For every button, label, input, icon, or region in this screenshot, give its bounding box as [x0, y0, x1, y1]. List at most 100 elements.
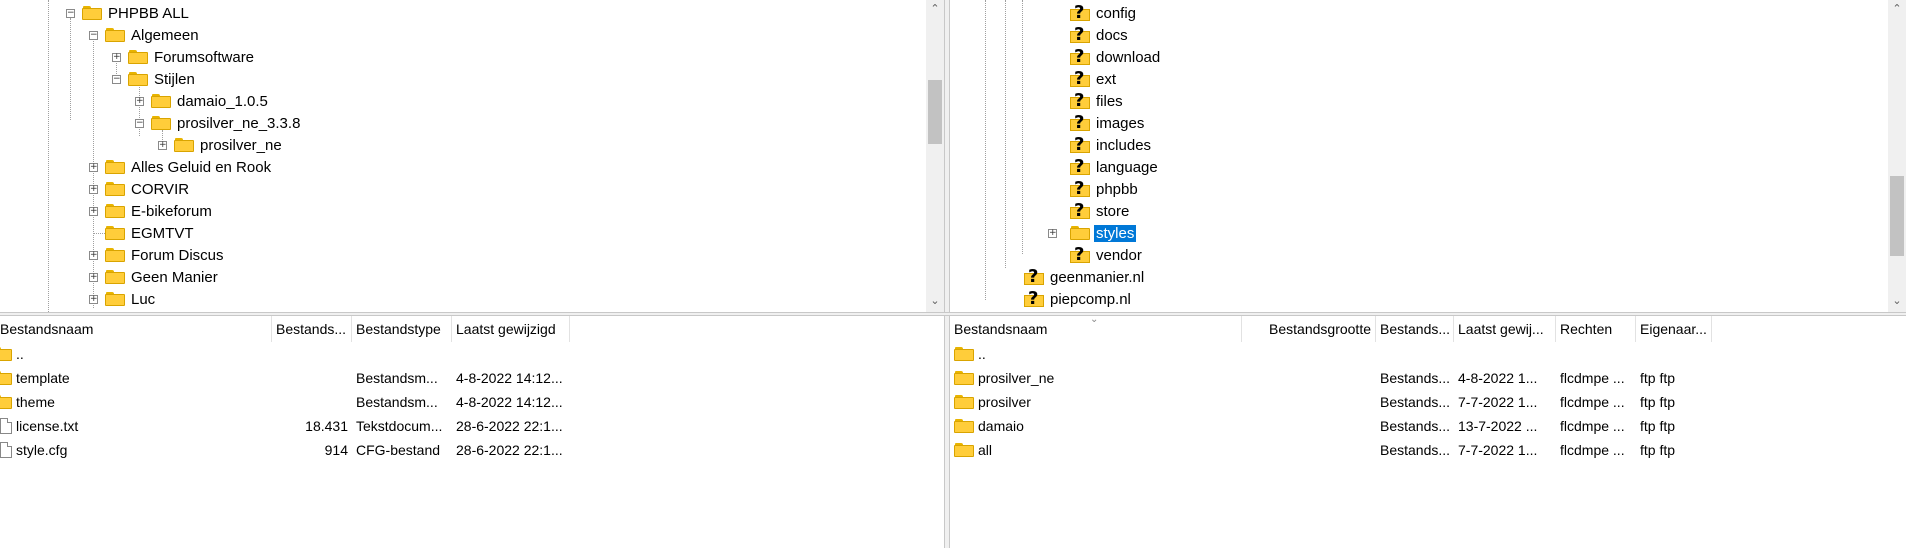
tree-node-label: E-bikeforum [131, 202, 212, 220]
column-header-owner[interactable]: Eigenaar... [1636, 316, 1712, 342]
scroll-down-icon[interactable]: ⌄ [1888, 294, 1906, 310]
expand-toggle-icon[interactable]: + [112, 53, 121, 62]
question-folder-icon: ? [1070, 178, 1090, 199]
list-item[interactable]: license.txt 18.431 Tekstdocum... 28-6-20… [0, 414, 944, 438]
local-directory-tree[interactable]: − PHPBB ALL − Algemeen + Forumsoftware −… [0, 0, 944, 312]
scrollbar-thumb[interactable] [928, 80, 942, 144]
tree-node-files[interactable]: ? files [1070, 90, 1125, 112]
list-item[interactable]: .. [0, 342, 944, 366]
expand-toggle-icon[interactable]: + [89, 185, 98, 194]
scroll-down-icon[interactable]: ⌄ [926, 294, 944, 310]
column-header-name[interactable]: Bestandsnaam [0, 316, 272, 342]
tree-node-label: images [1096, 114, 1145, 132]
tree-guide-line [48, 0, 49, 312]
expand-toggle-icon[interactable]: + [89, 251, 98, 260]
column-header-permissions[interactable]: Rechten [1556, 316, 1636, 342]
folder-icon [151, 94, 171, 108]
list-item[interactable]: template Bestandsm... 4-8-2022 14:12... [0, 366, 944, 390]
list-item[interactable]: prosilver Bestands... 7-7-2022 1... flcd… [950, 390, 1906, 414]
tree-node-download[interactable]: ? download [1070, 46, 1162, 68]
collapse-toggle-icon[interactable]: − [112, 75, 121, 84]
expand-toggle-icon[interactable]: + [89, 207, 98, 216]
folder-icon [151, 116, 171, 130]
question-folder-icon: ? [1024, 288, 1044, 309]
tree-node-phpbb[interactable]: ? phpbb [1070, 178, 1140, 200]
expand-toggle-icon[interactable]: + [158, 141, 167, 150]
tree-node-stijlen[interactable]: − Stijlen [112, 68, 197, 90]
list-item[interactable]: all Bestands... 7-7-2022 1... flcdmpe ..… [950, 438, 1906, 462]
file-type: Bestandsm... [356, 394, 438, 410]
folder-icon [0, 395, 12, 409]
tree-node-luc[interactable]: + Luc [89, 288, 157, 310]
tree-node-e-bikeforum[interactable]: + E-bikeforum [89, 200, 214, 222]
expand-toggle-icon[interactable]: + [89, 273, 98, 282]
list-item[interactable]: .. [950, 342, 1906, 366]
tree-node-store[interactable]: ? store [1070, 200, 1131, 222]
tree-node-forum-discus[interactable]: + Forum Discus [89, 244, 226, 266]
tree-node-label: Forumsoftware [154, 48, 255, 66]
remote-directory-tree[interactable]: ? config ? docs ? download ? ext ? files… [950, 0, 1906, 312]
list-item[interactable]: style.cfg 914 CFG-bestand 28-6-2022 22:1… [0, 438, 944, 462]
question-folder-icon: ? [1070, 46, 1090, 67]
column-header-size[interactable]: Bestandsgrootte [1242, 316, 1376, 342]
vertical-scrollbar[interactable]: ⌃ ⌄ [926, 0, 944, 312]
tree-node-label: config [1096, 4, 1137, 22]
tree-node-forumsoftware[interactable]: + Forumsoftware [112, 46, 256, 68]
tree-node-egmtvt[interactable]: EGMTVT [89, 222, 196, 244]
expand-toggle-icon[interactable]: + [135, 97, 144, 106]
folder-icon [105, 182, 125, 196]
tree-node-docs[interactable]: ? docs [1070, 24, 1130, 46]
tree-node-label: Stijlen [154, 70, 195, 88]
column-header-size[interactable]: Bestands... [272, 316, 352, 342]
column-header-type[interactable]: Bestands... [1376, 316, 1454, 342]
file-type: Bestands... [1380, 370, 1451, 386]
tree-node-ext[interactable]: ? ext [1070, 68, 1118, 90]
list-item[interactable]: damaio Bestands... 13-7-2022 ... flcdmpe… [950, 414, 1906, 438]
collapse-toggle-icon[interactable]: − [89, 31, 98, 40]
tree-node-images[interactable]: ? images [1070, 112, 1146, 134]
scroll-up-icon[interactable]: ⌃ [926, 2, 944, 18]
tree-node-phpbb-all[interactable]: − PHPBB ALL [66, 2, 191, 24]
tree-node-geen-manier[interactable]: + Geen Manier [89, 266, 220, 288]
tree-node-label: damaio_1.0.5 [177, 92, 268, 110]
remote-file-list[interactable]: Bestandsnaam ⌄ Bestandsgrootte Bestands.… [950, 316, 1906, 548]
tree-node-corvir[interactable]: + CORVIR [89, 178, 191, 200]
file-modified: 4-8-2022 14:12... [456, 394, 563, 410]
column-header-modified[interactable]: Laatst gewij... [1454, 316, 1556, 342]
file-name-cell: damaio [954, 414, 1242, 438]
column-header-label: Laatst gewijzigd [456, 321, 556, 337]
column-header-type[interactable]: Bestandstype [352, 316, 452, 342]
scroll-up-icon[interactable]: ⌃ [1888, 2, 1906, 18]
tree-node-geenmanier[interactable]: ? geenmanier.nl [1024, 266, 1146, 288]
local-file-list[interactable]: Bestandsnaam ⌃ Bestands... Bestandstype … [0, 316, 944, 548]
expand-toggle-icon[interactable]: + [89, 295, 98, 304]
tree-node-prosilver-ne[interactable]: + prosilver_ne [158, 134, 284, 156]
vertical-scrollbar[interactable]: ⌃ ⌄ [1888, 0, 1906, 312]
file-name-cell: prosilver [954, 390, 1242, 414]
collapse-toggle-icon[interactable]: − [135, 119, 144, 128]
tree-node-algemeen[interactable]: − Algemeen [89, 24, 201, 46]
folder-icon [0, 347, 12, 361]
list-item[interactable]: prosilver_ne Bestands... 4-8-2022 1... f… [950, 366, 1906, 390]
collapse-toggle-icon[interactable]: − [66, 9, 75, 18]
tree-node-label: includes [1096, 136, 1152, 154]
folder-icon [954, 395, 974, 409]
tree-node-styles[interactable]: + styles [1048, 222, 1137, 244]
tree-node-piepcomp[interactable]: ? piepcomp.nl [1024, 288, 1133, 310]
column-header-modified[interactable]: Laatst gewijzigd [452, 316, 570, 342]
list-item[interactable]: theme Bestandsm... 4-8-2022 14:12... [0, 390, 944, 414]
tree-node-includes[interactable]: ? includes [1070, 134, 1153, 156]
tree-node-prosilver-ne-338[interactable]: − prosilver_ne_3.3.8 [135, 112, 302, 134]
tree-node-config[interactable]: ? config [1070, 2, 1138, 24]
file-name: template [16, 370, 70, 386]
scrollbar-thumb[interactable] [1890, 176, 1904, 256]
expand-toggle-icon[interactable]: + [89, 163, 98, 172]
expand-toggle-icon[interactable]: + [1048, 229, 1057, 238]
tree-node-vendor[interactable]: ? vendor [1070, 244, 1144, 266]
tree-node-alles-geluid[interactable]: + Alles Geluid en Rook [89, 156, 273, 178]
tree-node-label: Forum Discus [131, 246, 224, 264]
tree-node-damaio[interactable]: + damaio_1.0.5 [135, 90, 270, 112]
column-header-label: Bestands... [276, 321, 347, 337]
tree-node-label: store [1096, 202, 1130, 220]
tree-node-language[interactable]: ? language [1070, 156, 1160, 178]
